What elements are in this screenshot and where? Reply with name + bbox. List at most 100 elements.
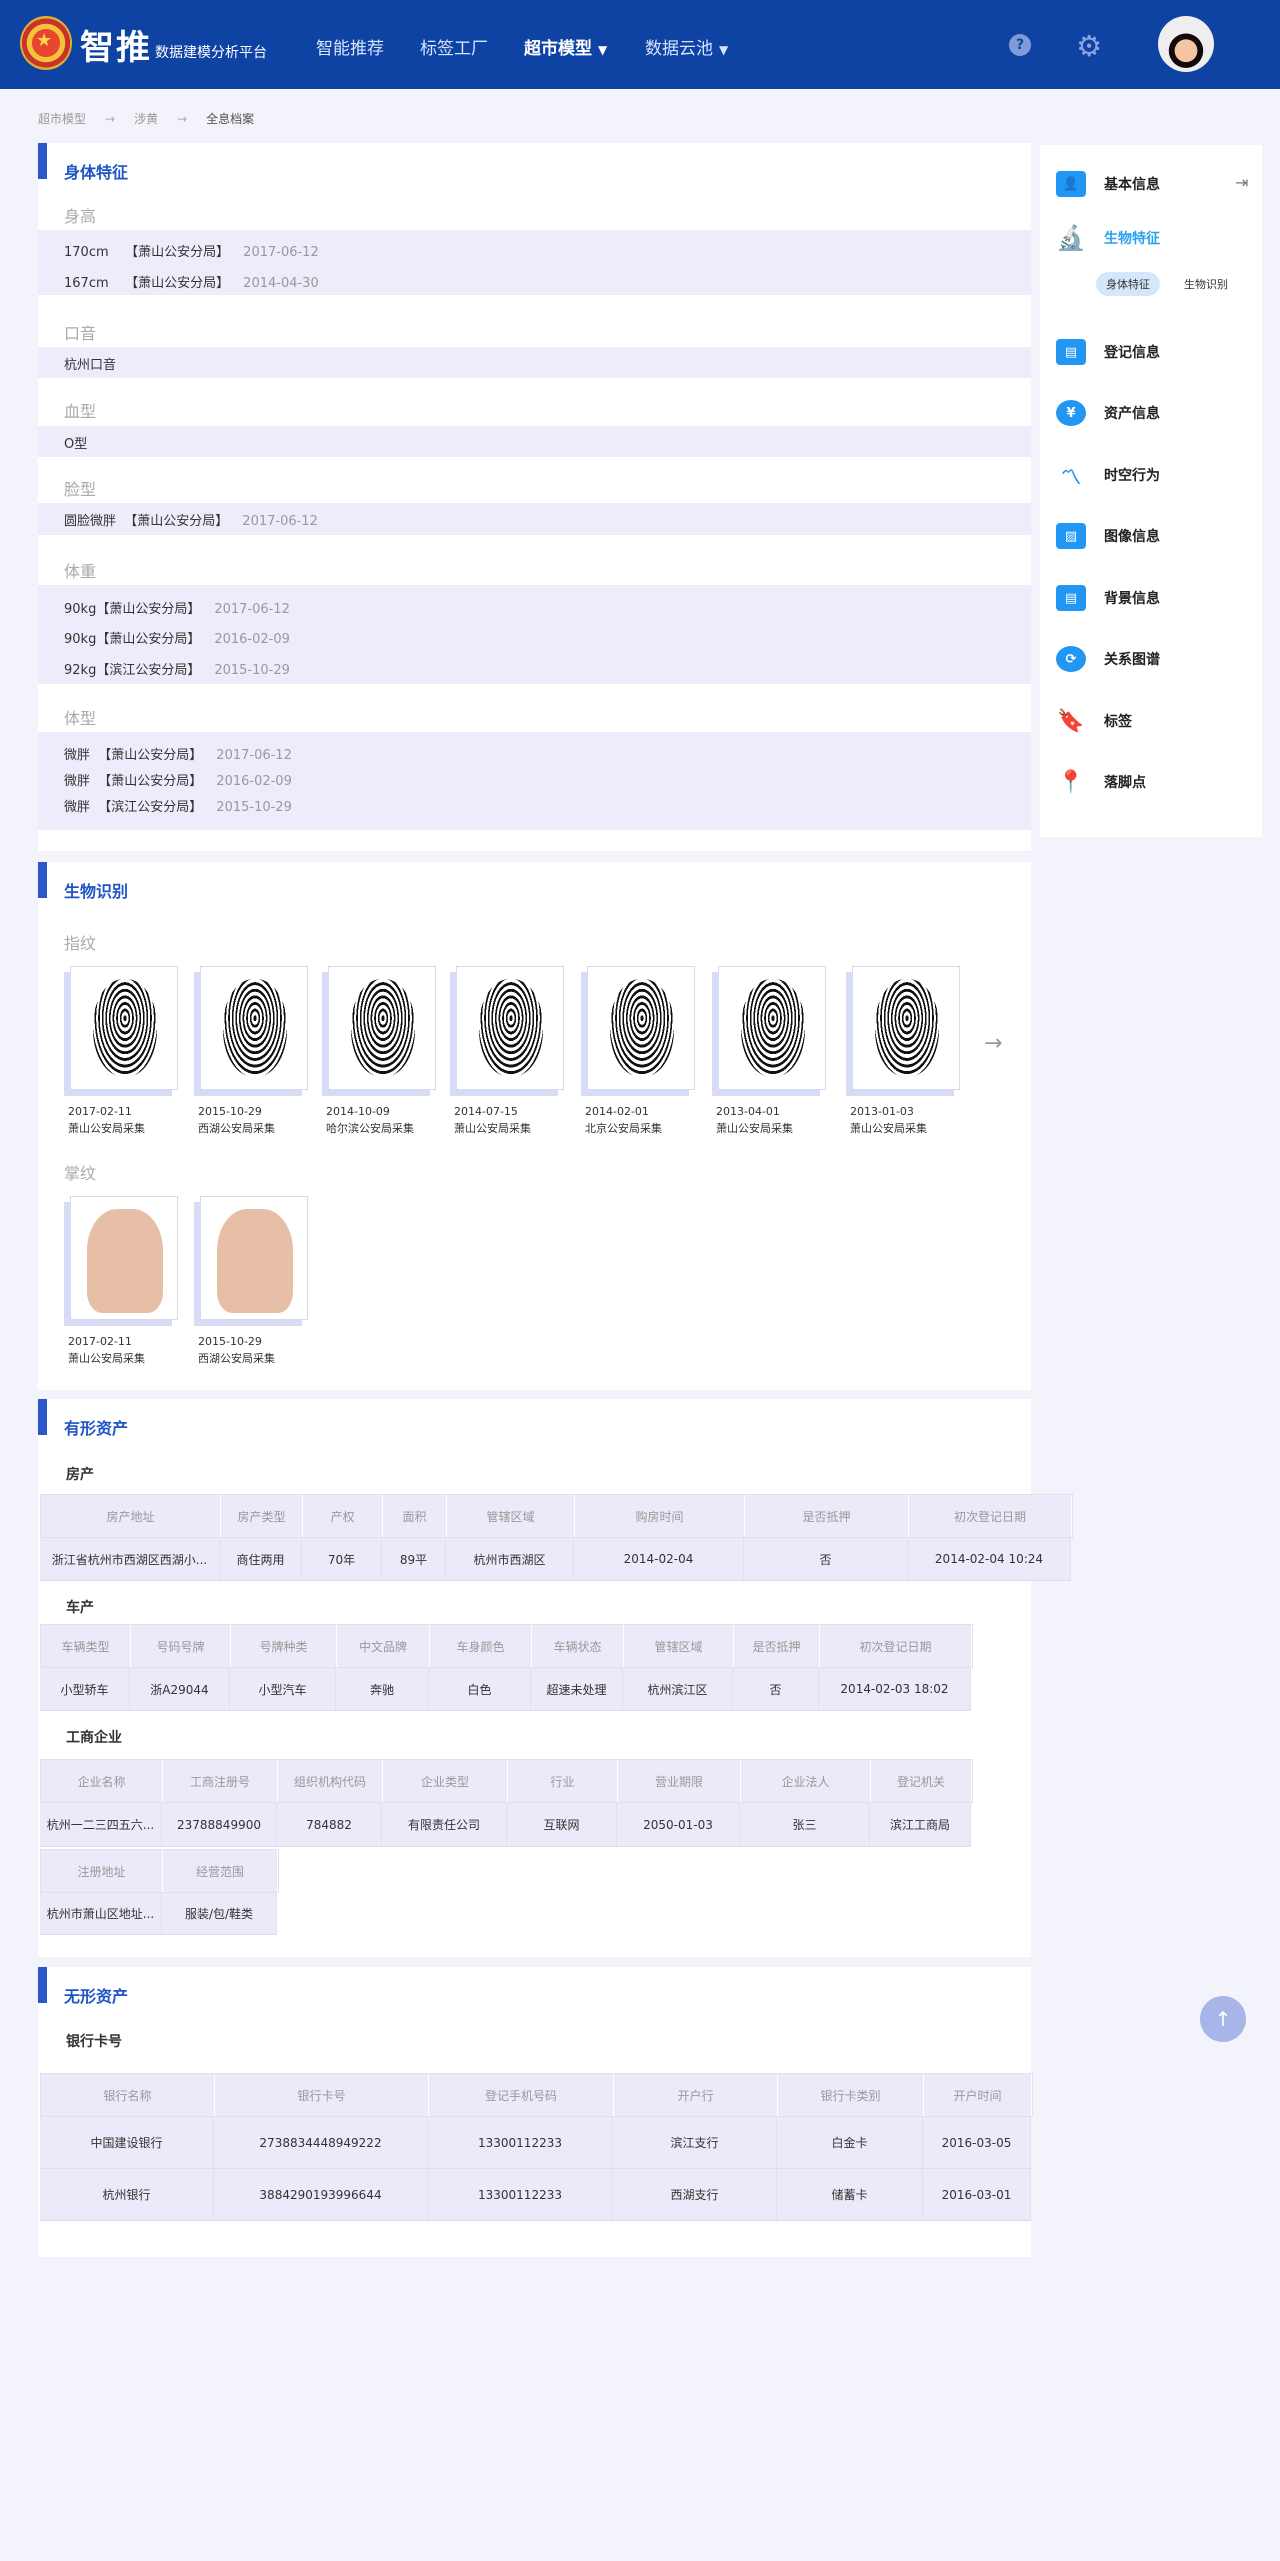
column-header[interactable]: 银行名称 [41, 2074, 215, 2116]
column-header[interactable]: 开户行 [614, 2074, 778, 2116]
column-header[interactable]: 车辆状态 [532, 1625, 624, 1667]
nav-tag-factory[interactable]: 标签工厂 [420, 34, 488, 59]
column-header[interactable]: 管辖区域 [447, 1495, 575, 1537]
sidebar-item-assets[interactable]: ¥ 资产信息 [1056, 400, 1160, 426]
column-header[interactable]: 营业期限 [618, 1760, 741, 1802]
column-header[interactable]: 中文品牌 [337, 1625, 430, 1667]
column-header[interactable]: 企业名称 [41, 1760, 163, 1802]
capture-source: 萧山公安局采集 [454, 1122, 531, 1135]
column-header[interactable]: 行业 [508, 1760, 618, 1802]
weight-record: 90kg【萧山公安分局】 2017-06-12 [64, 598, 290, 617]
capture-date: 2017-02-11 [68, 1335, 132, 1348]
breadcrumb-current: 全息档案 [206, 112, 255, 126]
column-header[interactable]: 初次登记日期 [820, 1625, 972, 1667]
column-header[interactable]: 企业类型 [383, 1760, 508, 1802]
fingerprint-thumbnail[interactable] [456, 966, 564, 1090]
table-cell: 2014-02-04 [574, 1538, 744, 1580]
collapse-icon[interactable]: ⇥ [1235, 173, 1248, 192]
user-avatar[interactable] [1158, 16, 1214, 72]
fingerprint-thumbnail[interactable] [70, 966, 178, 1090]
column-header[interactable]: 车身颜色 [430, 1625, 532, 1667]
column-header[interactable]: 面积 [383, 1495, 447, 1537]
sidebar-item-label: 标签 [1104, 714, 1132, 730]
arrow-right-icon: → [177, 112, 188, 126]
fingerprint-image [875, 979, 939, 1077]
sidebar-item-relations[interactable]: ⟳ 关系图谱 [1056, 646, 1160, 672]
column-header[interactable]: 银行卡号 [215, 2074, 429, 2116]
date: 2016-02-09 [216, 774, 292, 789]
column-header[interactable]: 号码号牌 [131, 1625, 231, 1667]
profile-sidebar: ⇥ 👤 基本信息 🔬 生物特征 身体特征 生物识别 ▤ 登记信息 ¥ 资产信息 〽 时空行… [1040, 145, 1262, 837]
sidebar-item-label: 时空行为 [1104, 468, 1160, 484]
sidebar-item-tags[interactable]: 🔖 标签 [1056, 708, 1132, 734]
fingerprint-thumbnail[interactable] [852, 966, 960, 1090]
fingerprint-thumbnail[interactable] [718, 966, 826, 1090]
breadcrumb-item[interactable]: 超市模型 [38, 112, 86, 126]
column-header[interactable]: 初次登记日期 [909, 1495, 1072, 1537]
table-cell: 有限责任公司 [382, 1803, 507, 1846]
date: 2016-02-09 [214, 632, 290, 647]
breadcrumb-item[interactable]: 涉黄 [134, 112, 158, 126]
column-header[interactable]: 组织机构代码 [278, 1760, 383, 1802]
capture-source: 西湖公安局采集 [198, 1352, 275, 1365]
back-to-top-icon[interactable]: ↑ [1200, 1996, 1246, 2042]
table-cell: 否 [744, 1538, 908, 1580]
nav-supermarket-model[interactable]: 超市模型 ▼ [524, 34, 607, 59]
document-icon: ▤ [1056, 585, 1086, 611]
value: 微胖 [64, 774, 91, 789]
sidebar-item-images[interactable]: ▨ 图像信息 [1056, 523, 1160, 549]
column-header[interactable]: 登记手机号码 [429, 2074, 614, 2116]
height-record: 167cm 【萧山公安分局】 2014-04-30 [64, 272, 319, 291]
column-header[interactable]: 产权 [303, 1495, 383, 1537]
table-row: 中国建设银行 2738834448949222 13300112233 滨江支行 白金卡… [40, 2117, 1031, 2169]
nav-data-pool[interactable]: 数据云池 ▼ [645, 34, 728, 59]
palmprint-thumbnail[interactable] [70, 1196, 178, 1320]
column-header[interactable]: 车辆类型 [41, 1625, 131, 1667]
card-title: 生物识别 [64, 882, 129, 901]
date: 2017-06-12 [242, 514, 318, 529]
column-header[interactable]: 是否抵押 [745, 1495, 909, 1537]
column-header[interactable]: 管辖区域 [624, 1625, 734, 1667]
date: 2017-06-12 [214, 602, 290, 617]
gear-icon[interactable]: ⚙ [1076, 29, 1102, 63]
card-title: 身体特征 [64, 163, 129, 182]
nav-smart-recommend[interactable]: 智能推荐 [316, 34, 384, 59]
column-header[interactable]: 房产类型 [221, 1495, 303, 1537]
nav-label: 数据云池 [645, 39, 713, 59]
sidebar-item-registration[interactable]: ▤ 登记信息 [1056, 339, 1160, 365]
column-header[interactable]: 号牌种类 [231, 1625, 337, 1667]
column-header[interactable]: 银行卡类别 [778, 2074, 924, 2116]
sidebar-item-basic[interactable]: 👤 基本信息 [1056, 171, 1160, 197]
column-header[interactable]: 房产地址 [41, 1495, 221, 1537]
table-cell: 中国建设银行 [40, 2117, 214, 2168]
fingerprint-thumbnail[interactable] [200, 966, 308, 1090]
group-label-palm: 掌纹 [64, 1164, 97, 1183]
help-icon[interactable]: ? [1009, 34, 1031, 56]
chip-biometric-id[interactable]: 生物识别 [1174, 272, 1238, 296]
column-header[interactable]: 经营范围 [163, 1850, 278, 1892]
table-cell[interactable]: 浙A29044 [130, 1668, 230, 1710]
arrow-right-icon[interactable]: → [984, 1031, 1002, 1056]
fingerprint-thumbnail[interactable] [328, 966, 436, 1090]
table-cell: 服装/包/鞋类 [162, 1893, 277, 1934]
date: 2017-06-12 [216, 748, 292, 763]
sidebar-item-biometric[interactable]: 🔬 生物特征 [1056, 224, 1160, 252]
column-header[interactable]: 登记机关 [871, 1760, 972, 1802]
source: 【萧山公安分局】 [98, 748, 203, 763]
column-header[interactable]: 工商注册号 [163, 1760, 278, 1802]
palmprint-thumbnail[interactable] [200, 1196, 308, 1320]
column-header[interactable]: 购房时间 [575, 1495, 745, 1537]
fingerprint-thumbnail[interactable] [587, 966, 695, 1090]
column-header[interactable]: 开户时间 [924, 2074, 1032, 2116]
capture-date: 2017-02-11 [68, 1105, 132, 1118]
source: 【萧山公安分局】 [96, 632, 201, 647]
chip-physical-traits[interactable]: 身体特征 [1096, 272, 1160, 296]
column-header[interactable]: 注册地址 [41, 1850, 163, 1892]
sidebar-item-background[interactable]: ▤ 背景信息 [1056, 585, 1160, 611]
column-header[interactable]: 是否抵押 [734, 1625, 820, 1667]
group-label-weight: 体重 [64, 562, 97, 581]
sidebar-item-footholds[interactable]: 📍 落脚点 [1056, 769, 1146, 795]
sidebar-item-spatiotemporal[interactable]: 〽 时空行为 [1056, 462, 1160, 489]
column-header[interactable]: 企业法人 [741, 1760, 871, 1802]
date: 2015-10-29 [214, 663, 290, 678]
